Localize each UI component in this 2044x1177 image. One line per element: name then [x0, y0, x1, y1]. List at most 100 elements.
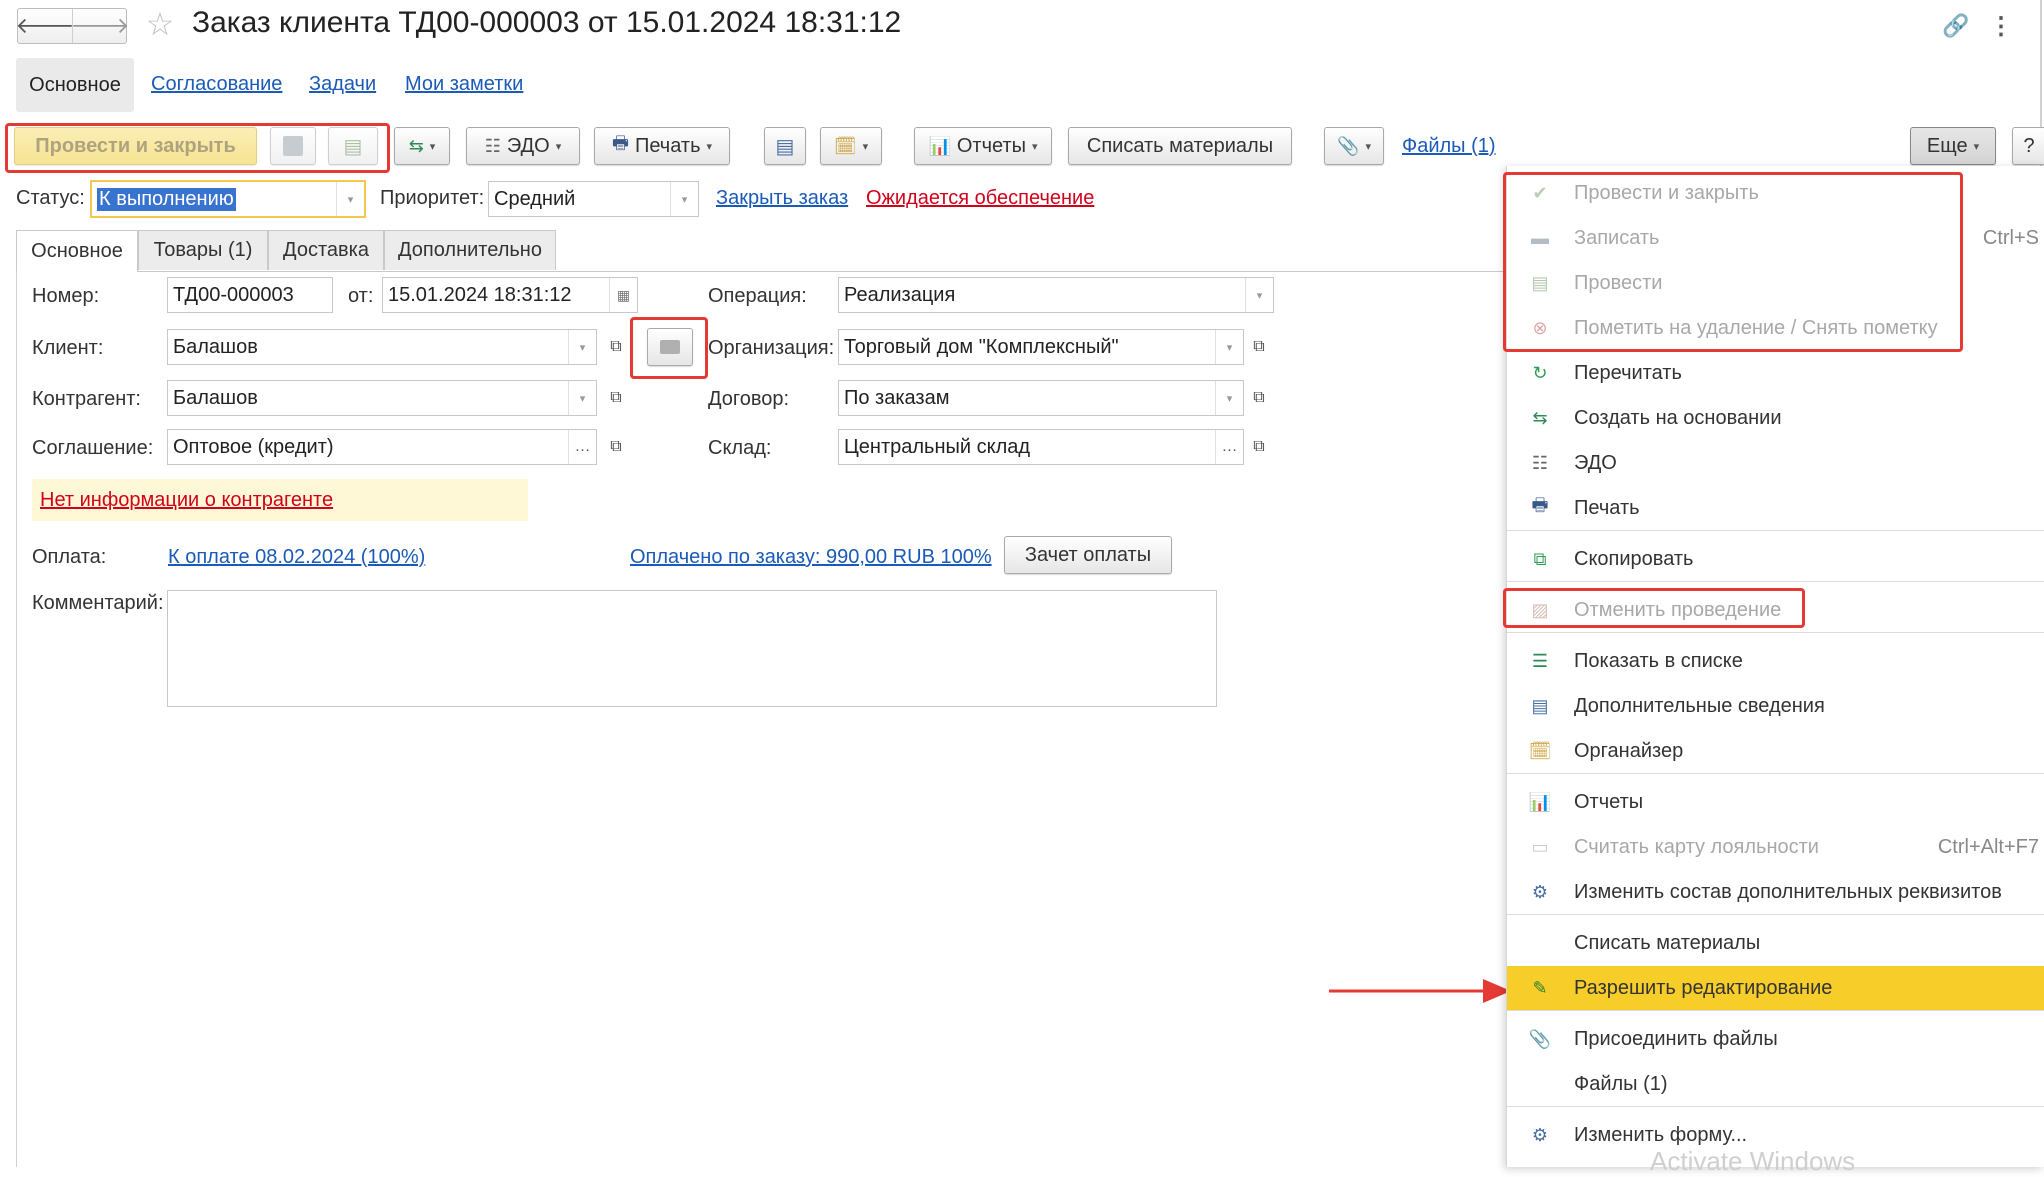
chevron-down-icon: ▾	[336, 182, 364, 216]
nav-tab-tasks[interactable]: Задачи	[309, 73, 376, 96]
post-and-close-button[interactable]: Провести и закрыть	[14, 127, 257, 165]
counterparty-open-icon[interactable]: ⧉	[601, 380, 631, 416]
link-icon: 🔗	[1942, 13, 1970, 38]
back-button[interactable]: 🡐	[16, 9, 75, 43]
ellipsis-icon[interactable]: …	[568, 430, 596, 464]
nav-tab-main[interactable]: Основное	[16, 58, 134, 112]
menu-item-show-in-list[interactable]: ☰ Показать в списке	[1507, 639, 2044, 683]
menu-item-organizer[interactable]: 🗓 Органайзер	[1507, 729, 2044, 773]
chevron-down-icon: ▾	[1032, 140, 1038, 153]
menu-item-write-off[interactable]: Списать материалы	[1507, 921, 2044, 965]
organization-open-icon[interactable]: ⧉	[1244, 329, 1274, 365]
ellipsis-icon[interactable]: …	[1215, 430, 1243, 464]
comment-field[interactable]	[167, 590, 1217, 707]
operation-select[interactable]: Реализация ▾	[838, 277, 1274, 313]
refresh-icon: ↻	[1532, 362, 1548, 383]
contract-open-icon[interactable]: ⧉	[1244, 380, 1274, 416]
menu-item-attach-files[interactable]: 📎 Присоединить файлы	[1507, 1017, 2044, 1061]
menu-item-label: Считать карту лояльности	[1574, 835, 1819, 858]
menu-item-save[interactable]: ▬ Записать Ctrl+S	[1507, 216, 2044, 260]
agreement-field[interactable]: Оптовое (кредит) …	[167, 429, 597, 465]
counterparty-field[interactable]: Балашов ▾	[167, 380, 597, 416]
post-button[interactable]: ▤	[328, 127, 378, 165]
nav-tab-notes[interactable]: Мои заметки	[405, 73, 523, 96]
payment-due-link[interactable]: К оплате 08.02.2024 (100%)	[168, 546, 425, 569]
menu-item-post-close[interactable]: ✔ Провести и закрыть	[1507, 171, 2044, 215]
close-order-link[interactable]: Закрыть заказ	[716, 187, 848, 210]
menu-item-loyalty-card[interactable]: ▭ Считать карту лояльности Ctrl+Alt+F7	[1507, 825, 2044, 869]
forward-button[interactable]: 🡒	[71, 9, 130, 43]
menu-item-refresh[interactable]: ↻ Перечитать	[1507, 351, 2044, 395]
organization-field[interactable]: Торговый дом "Комплексный" ▾	[838, 329, 1244, 365]
priority-value: Средний	[494, 187, 576, 210]
number-field[interactable]: ТД00-000003	[167, 277, 333, 313]
priority-label: Приоритет:	[380, 187, 485, 209]
payment-offset-button[interactable]: Зачет оплаты	[1004, 536, 1172, 574]
favorite-button[interactable]: ☆	[140, 4, 180, 44]
more-button[interactable]: Еще ▾	[1910, 127, 1996, 165]
loyalty-card-button[interactable]	[647, 328, 693, 366]
menu-item-create-based[interactable]: ⇆ Создать на основании	[1507, 396, 2044, 440]
nav-buttons: 🡐 🡒	[16, 8, 130, 44]
menu-item-unpost[interactable]: ▨ Отменить проведение	[1507, 588, 2044, 632]
priority-select[interactable]: Средний ▾	[488, 181, 699, 217]
client-open-icon[interactable]: ⧉	[601, 329, 631, 365]
link-button[interactable]: 🔗	[1938, 8, 1974, 44]
menu-item-attributes[interactable]: ⚙ Изменить состав дополнительных реквизи…	[1507, 870, 2044, 914]
status-select[interactable]: К выполнению ▾	[90, 180, 366, 218]
reports-icon: 📊	[1528, 791, 1552, 812]
chevron-down-icon: ▾	[555, 140, 562, 153]
menu-item-reports[interactable]: 📊 Отчеты	[1507, 780, 2044, 824]
print-button[interactable]: 🖶 Печать ▾	[594, 127, 730, 165]
agreement-value: Оптовое (кредит)	[173, 435, 334, 458]
menu-item-label: Провести и закрыть	[1574, 181, 1759, 204]
number-label: Номер:	[32, 285, 100, 307]
print-label: Печать	[634, 134, 701, 157]
warehouse-field[interactable]: Центральный склад …	[838, 429, 1244, 465]
form-tab-additional[interactable]: Дополнительно	[384, 230, 556, 270]
calendar-icon[interactable]: ▦	[609, 278, 637, 312]
menu-separator	[1507, 581, 2044, 582]
form-tab-goods[interactable]: Товары (1)	[138, 230, 268, 270]
menu-item-files[interactable]: Файлы (1)	[1507, 1062, 2044, 1106]
warehouse-open-icon[interactable]: ⧉	[1244, 429, 1274, 465]
printer-icon: 🖶	[1531, 495, 1549, 515]
edo-button[interactable]: ☷ ЭДО ▾	[466, 127, 580, 165]
menu-item-print[interactable]: 🖶 Печать	[1507, 486, 2044, 530]
contract-field[interactable]: По заказам ▾	[838, 380, 1244, 416]
form-tab-additional-label: Дополнительно	[398, 239, 542, 261]
agreement-open-icon[interactable]: ⧉	[601, 429, 631, 465]
files-link[interactable]: Файлы (1)	[1402, 135, 1496, 158]
menu-item-delete-mark[interactable]: ⊗ Пометить на удаление / Снять пометку	[1507, 306, 2044, 350]
post-icon: ▤	[343, 135, 363, 158]
date-field[interactable]: 15.01.2024 18:31:12 ▦	[382, 277, 638, 313]
additional-info-button[interactable]: ▤	[764, 127, 806, 165]
paid-link[interactable]: Оплачено по заказу: 990,00 RUB 100%	[630, 546, 992, 569]
menu-item-allow-editing[interactable]: ✎ Разрешить редактирование	[1507, 966, 2044, 1010]
chevron-down-icon: ▾	[706, 140, 713, 153]
menu-item-edo[interactable]: ☷ ЭДО	[1507, 441, 2044, 485]
reports-label: Отчеты	[956, 134, 1027, 157]
reports-button[interactable]: 📊 Отчеты ▾	[914, 127, 1052, 165]
window-menu-button[interactable]: ⋮	[1986, 8, 2016, 44]
create-based-button[interactable]: ⇆ ▾	[394, 127, 450, 165]
menu-separator	[1507, 530, 2044, 531]
write-off-materials-button[interactable]: Списать материалы	[1068, 127, 1292, 165]
help-button[interactable]: ?	[2012, 127, 2044, 165]
form-tab-delivery-label: Доставка	[283, 239, 369, 261]
organizer-button[interactable]: 🗓 ▾	[820, 127, 882, 165]
client-field[interactable]: Балашов ▾	[167, 329, 597, 365]
menu-item-label: Создать на основании	[1574, 406, 1782, 429]
awaiting-supply-link[interactable]: Ожидается обеспечение	[866, 187, 1094, 210]
attach-files-button[interactable]: 📎 ▾	[1324, 127, 1384, 165]
nav-tab-approval[interactable]: Согласование	[151, 73, 282, 96]
menu-item-post[interactable]: ▤ Провести	[1507, 261, 2044, 305]
create-based-icon: ⇆	[408, 135, 424, 156]
save-button[interactable]	[270, 127, 316, 165]
form-tab-delivery[interactable]: Доставка	[268, 230, 384, 270]
menu-item-copy[interactable]: ⧉ Скопировать	[1507, 537, 2044, 581]
help-label: ?	[2023, 134, 2035, 157]
no-info-link[interactable]: Нет информации о контрагенте	[40, 489, 333, 512]
menu-item-additional-info[interactable]: ▤ Дополнительные сведения	[1507, 684, 2044, 728]
form-tab-main[interactable]: Основное	[16, 230, 138, 272]
